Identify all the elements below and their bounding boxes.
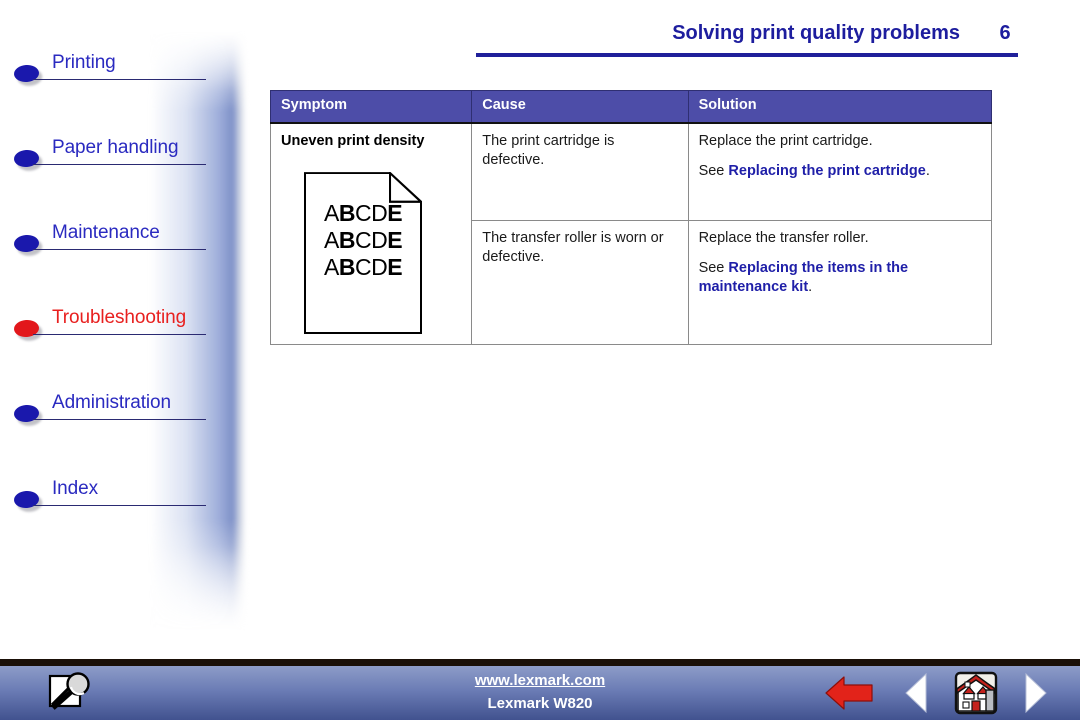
sidebar-item-label: Administration bbox=[52, 392, 171, 413]
cell-solution: Replace the print cartridge. See Replaci… bbox=[687, 122, 993, 221]
sidebar-item-index[interactable]: Index bbox=[0, 478, 250, 524]
table-row: Uneven print density ABCDE ABCDE ABCDE T… bbox=[269, 122, 993, 346]
sidebar-item-troubleshooting[interactable]: Troubleshooting bbox=[0, 307, 250, 353]
home-icon[interactable] bbox=[950, 666, 1002, 720]
see-suffix: . bbox=[808, 278, 813, 295]
page-header: Solving print quality problems 6 bbox=[476, 22, 1018, 57]
see-prefix: See bbox=[698, 163, 729, 180]
sidebar-item-underline bbox=[33, 164, 206, 165]
sample-text-line: ABCDE bbox=[323, 200, 403, 227]
sidebar-item-label: Maintenance bbox=[52, 222, 160, 243]
header-row: Solving print quality problems 6 bbox=[476, 22, 1018, 50]
sidebar: Printing Paper handling Maintenance Trou… bbox=[0, 0, 250, 660]
sidebar-item-underline bbox=[33, 505, 206, 506]
sidebar-item-underline bbox=[33, 419, 206, 420]
solution-text: Replace the print cartridge. bbox=[698, 133, 873, 149]
sidebar-item-label: Index bbox=[52, 478, 98, 499]
see-suffix: . bbox=[925, 163, 930, 180]
sidebar-item-label: Paper handling bbox=[52, 137, 179, 158]
sidebar-item-label: Troubleshooting bbox=[52, 307, 187, 328]
page-number: 6 bbox=[999, 22, 1011, 44]
next-page-icon[interactable] bbox=[1014, 666, 1054, 720]
column-header-symptom: Symptom bbox=[269, 90, 473, 124]
header-divider bbox=[476, 53, 1018, 57]
column-header-cause: Cause bbox=[471, 90, 689, 124]
cell-cause: The transfer roller is worn or defective… bbox=[471, 219, 689, 346]
printed-page-sample-illustration: ABCDE ABCDE ABCDE bbox=[304, 172, 422, 335]
search-icon[interactable] bbox=[38, 666, 102, 720]
bullet-icon bbox=[13, 319, 40, 338]
page-fold-corner-icon bbox=[388, 172, 422, 203]
footer-divider bbox=[0, 659, 1080, 666]
troubleshooting-table: Symptom Cause Solution Uneven print dens… bbox=[269, 90, 993, 346]
sidebar-item-administration[interactable]: Administration bbox=[0, 392, 250, 438]
sample-text-line: ABCDE bbox=[323, 227, 403, 254]
sample-text-block: ABCDE ABCDE ABCDE bbox=[304, 200, 422, 281]
footer-bar: www.lexmark.com Lexmark W820 bbox=[0, 666, 1080, 720]
cell-solution: Replace the transfer roller. See Replaci… bbox=[687, 219, 993, 346]
sample-text-line: ABCDE bbox=[323, 254, 403, 281]
cross-reference-link[interactable]: Replacing the items in the maintenance k… bbox=[699, 260, 909, 295]
cause-text: The transfer roller is worn or defective… bbox=[482, 229, 664, 265]
bullet-icon bbox=[13, 490, 40, 509]
table-header-row: Symptom Cause Solution bbox=[269, 90, 993, 124]
column-header-solution: Solution bbox=[687, 90, 993, 124]
symptom-label: Uneven print density bbox=[281, 133, 425, 149]
bullet-icon bbox=[13, 149, 40, 168]
sidebar-item-label: Printing bbox=[52, 52, 116, 73]
cell-symptom: Uneven print density ABCDE ABCDE ABCDE bbox=[269, 122, 473, 346]
bullet-icon bbox=[13, 404, 40, 423]
solution-reference: See Replacing the items in the maintenan… bbox=[699, 259, 981, 297]
cell-cause: The print cartridge is defective. bbox=[471, 122, 689, 221]
solution-reference: See Replacing the print cartridge. bbox=[699, 162, 981, 181]
cause-text: The print cartridge is defective. bbox=[482, 133, 615, 169]
solution-text: Replace the transfer roller. bbox=[698, 229, 869, 246]
back-arrow-icon[interactable] bbox=[822, 666, 878, 720]
sidebar-item-underline bbox=[33, 79, 206, 80]
see-prefix: See bbox=[698, 259, 729, 276]
sidebar-item-printing[interactable]: Printing bbox=[0, 52, 250, 98]
sidebar-item-paper-handling[interactable]: Paper handling bbox=[0, 137, 250, 183]
bullet-icon bbox=[13, 64, 40, 83]
sidebar-item-underline bbox=[33, 249, 206, 250]
sidebar-item-maintenance[interactable]: Maintenance bbox=[0, 222, 250, 268]
bullet-icon bbox=[13, 234, 40, 253]
previous-page-icon[interactable] bbox=[898, 666, 938, 720]
sidebar-item-underline bbox=[33, 334, 206, 335]
page-title: Solving print quality problems bbox=[672, 22, 960, 44]
cross-reference-link[interactable]: Replacing the print cartridge bbox=[728, 163, 925, 179]
